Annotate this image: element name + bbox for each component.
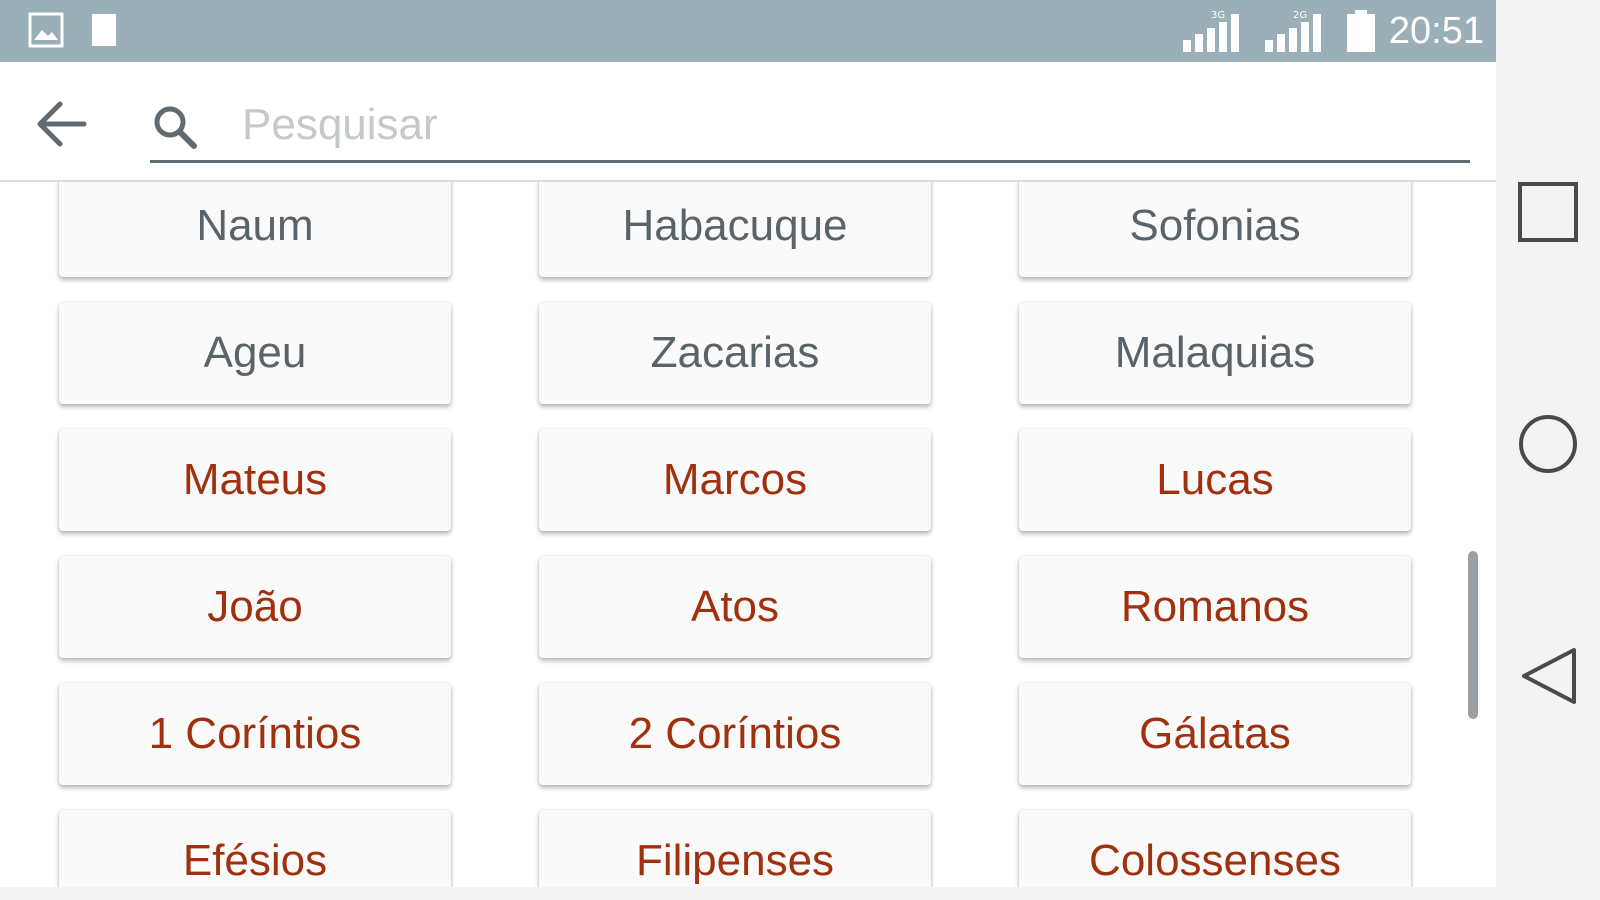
book-button-2-corintios[interactable]: 2 Coríntios [539, 683, 931, 785]
book-button-galatas[interactable]: Gálatas [1019, 683, 1411, 785]
scrollbar-thumb[interactable] [1468, 551, 1478, 719]
back-arrow-icon[interactable] [30, 92, 94, 156]
svg-text:3G: 3G [1211, 10, 1225, 21]
book-button-atos[interactable]: Atos [539, 556, 931, 658]
signal-2g-icon: 2G [1264, 10, 1321, 52]
book-button-ageu[interactable]: Ageu [59, 302, 451, 404]
search-input[interactable] [240, 96, 1444, 154]
back-triangle-icon[interactable] [1514, 642, 1582, 710]
book-button-colossenses[interactable]: Colossenses [1019, 810, 1411, 887]
book-list: Naum Habacuque Sofonias Ageu Zacarias Ma… [0, 182, 1496, 887]
battery-icon [1346, 10, 1375, 52]
book-button-habacuque[interactable]: Habacuque [539, 182, 931, 277]
status-time: 20:51 [1388, 9, 1484, 52]
recents-square-icon[interactable] [1514, 178, 1582, 246]
bottom-edge [0, 887, 1496, 900]
book-button-joao[interactable]: João [59, 556, 451, 658]
search-field [150, 90, 1470, 163]
book-button-romanos[interactable]: Romanos [1019, 556, 1411, 658]
svg-text:2G: 2G [1293, 10, 1307, 21]
status-bar: 3G 2G 20:51 [0, 0, 1496, 62]
system-nav-bar [1496, 0, 1600, 900]
home-circle-icon[interactable] [1514, 410, 1582, 478]
search-icon [154, 106, 197, 149]
book-grid: Naum Habacuque Sofonias Ageu Zacarias Ma… [59, 182, 1411, 887]
search-toolbar [0, 62, 1496, 182]
book-button-malaquias[interactable]: Malaquias [1019, 302, 1411, 404]
book-button-naum[interactable]: Naum [59, 182, 451, 277]
status-left-icons [28, 12, 122, 48]
sd-card-icon [92, 14, 116, 46]
book-button-efesios[interactable]: Efésios [59, 810, 451, 887]
signal-3g-icon: 3G [1182, 10, 1239, 52]
book-button-lucas[interactable]: Lucas [1019, 429, 1411, 531]
book-button-1-corintios[interactable]: 1 Coríntios [59, 683, 451, 785]
book-button-filipenses[interactable]: Filipenses [539, 810, 931, 887]
book-button-zacarias[interactable]: Zacarias [539, 302, 931, 404]
book-button-sofonias[interactable]: Sofonias [1019, 182, 1411, 277]
image-icon [28, 12, 64, 48]
book-button-marcos[interactable]: Marcos [539, 429, 931, 531]
book-button-mateus[interactable]: Mateus [59, 429, 451, 531]
status-right-icons: 3G 2G 20:51 [1181, 6, 1484, 56]
